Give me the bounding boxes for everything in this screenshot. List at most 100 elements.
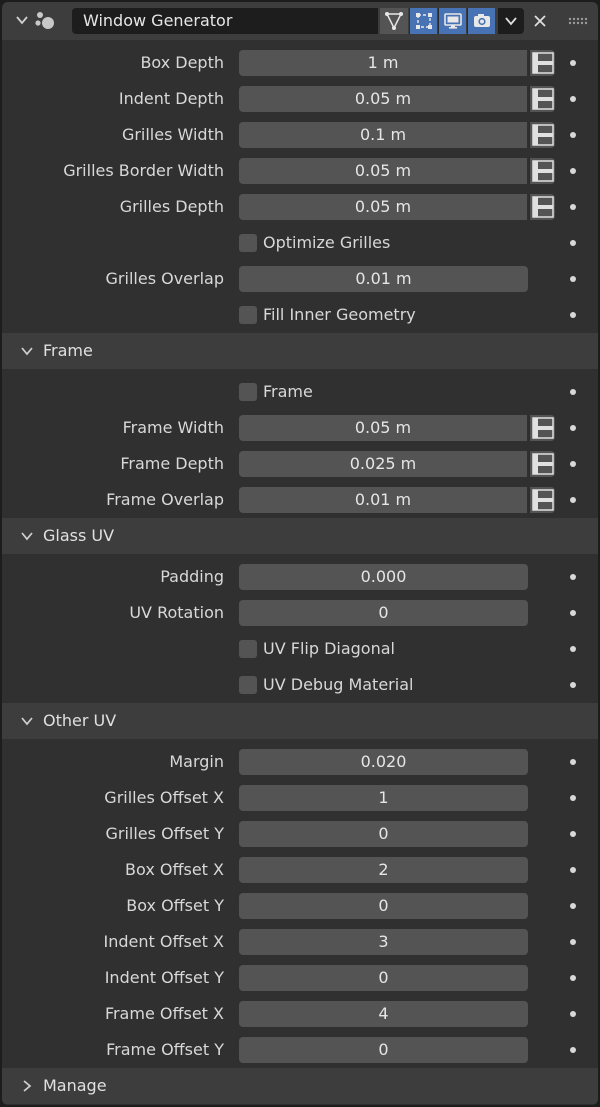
indent-depth-field[interactable]: 0.05 m <box>239 86 527 112</box>
manage-section-header[interactable]: Manage <box>2 1068 598 1104</box>
keyframe-dot[interactable] <box>570 461 576 467</box>
frame-depth-field[interactable]: 0.025 m <box>239 451 527 477</box>
keyframe-dot[interactable] <box>570 975 576 981</box>
property-label: Grilles Offset X <box>104 788 224 807</box>
override-toggle-button[interactable] <box>529 158 555 184</box>
keyframe-dot[interactable] <box>570 240 576 246</box>
override-toggle-button[interactable] <box>529 451 555 477</box>
checkbox-label[interactable]: UV Debug Material <box>263 667 413 703</box>
fill-inner-geometry-checkbox[interactable] <box>239 306 257 324</box>
grilles-offset-y-field[interactable]: 0 <box>239 821 528 847</box>
padding-field[interactable]: 0.000 <box>239 564 528 590</box>
optimize-grilles-checkbox[interactable] <box>239 234 257 252</box>
uv-debug-material-checkbox[interactable] <box>239 676 257 694</box>
override-toggle-button[interactable] <box>529 487 555 513</box>
property-label: Frame Offset X <box>104 1004 224 1023</box>
indent-offset-x-field[interactable]: 3 <box>239 929 528 955</box>
keyframe-dot[interactable] <box>570 1011 576 1017</box>
grilles-width-field[interactable]: 0.1 m <box>239 122 527 148</box>
keyframe-dot[interactable] <box>570 939 576 945</box>
modifier-name-field[interactable]: Window Generator <box>72 8 378 34</box>
keyframe-dot[interactable] <box>570 831 576 837</box>
frame-section-header[interactable]: Frame <box>2 333 598 369</box>
other-uv-section-header[interactable]: Other UV <box>2 703 598 739</box>
viewport-toggle-button[interactable] <box>438 8 466 34</box>
override-toggle-button[interactable] <box>529 50 555 76</box>
property-label: Grilles Border Width <box>63 161 224 180</box>
box-offset-y-field[interactable]: 0 <box>239 893 528 919</box>
keyframe-dot[interactable] <box>570 425 576 431</box>
keyframe-dot[interactable] <box>570 867 576 873</box>
keyframe-dot[interactable] <box>570 96 576 102</box>
keyframe-dot[interactable] <box>570 574 576 580</box>
frame-depth-row: Frame Depth 0.025 m <box>2 446 598 482</box>
modifier-panel: Window Generator Box Depth 1 m Indent De… <box>2 2 598 1105</box>
keyframe-dot[interactable] <box>570 276 576 282</box>
keyframe-dot[interactable] <box>570 646 576 652</box>
modifier-options-dropdown[interactable] <box>498 8 524 34</box>
property-label: Grilles Depth <box>119 197 224 216</box>
edit-mode-triangle-icon <box>385 12 403 30</box>
chevron-down-icon <box>21 532 33 541</box>
checkbox-label[interactable]: Frame <box>263 374 313 410</box>
frame-width-field[interactable]: 0.05 m <box>239 415 527 441</box>
property-label: Frame Width <box>122 418 224 437</box>
property-label: Indent Depth <box>118 89 224 108</box>
margin-field[interactable]: 0.020 <box>239 749 528 775</box>
frame-checkbox[interactable] <box>239 383 257 401</box>
drag-handle-icon[interactable] <box>568 16 588 26</box>
edit-mode-button[interactable] <box>380 8 408 34</box>
keyframe-dot[interactable] <box>570 389 576 395</box>
section-title: Manage <box>43 1076 107 1095</box>
box-depth-field[interactable]: 1 m <box>239 50 527 76</box>
uv-debug-material-row: UV Debug Material <box>2 667 598 703</box>
keyframe-dot[interactable] <box>570 60 576 66</box>
checkbox-label[interactable]: UV Flip Diagonal <box>263 631 395 667</box>
keyframe-dot[interactable] <box>570 312 576 318</box>
on-cage-button[interactable] <box>409 8 437 34</box>
grilles-depth-row: Grilles Depth 0.05 m <box>2 189 598 225</box>
grilles-border-width-field[interactable]: 0.05 m <box>239 158 527 184</box>
frame-offset-x-field[interactable]: 4 <box>239 1001 528 1027</box>
property-label: Box Offset X <box>125 860 224 879</box>
section-title: Other UV <box>43 711 117 730</box>
frame-offset-y-field[interactable]: 0 <box>239 1037 528 1063</box>
chevron-down-icon <box>21 347 33 356</box>
grilles-depth-field[interactable]: 0.05 m <box>239 194 527 220</box>
chevron-down-icon[interactable] <box>14 12 30 28</box>
render-toggle-button[interactable] <box>467 8 495 34</box>
keyframe-dot[interactable] <box>570 903 576 909</box>
glass-uv-section-header[interactable]: Glass UV <box>2 518 598 554</box>
grilles-offset-x-row: Grilles Offset X 1 <box>2 780 598 816</box>
keyframe-dot[interactable] <box>570 204 576 210</box>
grilles-overlap-field[interactable]: 0.01 m <box>239 266 528 292</box>
uv-flip-diagonal-checkbox[interactable] <box>239 640 257 658</box>
keyframe-dot[interactable] <box>570 795 576 801</box>
flag-override-icon <box>531 124 554 146</box>
keyframe-dot[interactable] <box>570 759 576 765</box>
override-toggle-button[interactable] <box>529 122 555 148</box>
grilles-offset-x-field[interactable]: 1 <box>239 785 528 811</box>
padding-row: Padding 0.000 <box>2 559 598 595</box>
keyframe-dot[interactable] <box>570 610 576 616</box>
override-toggle-button[interactable] <box>529 415 555 441</box>
indent-offset-y-field[interactable]: 0 <box>239 965 528 991</box>
remove-modifier-button[interactable] <box>530 11 550 31</box>
frame-toggle-row: Frame <box>2 374 598 410</box>
keyframe-dot[interactable] <box>570 132 576 138</box>
override-toggle-button[interactable] <box>529 86 555 112</box>
override-toggle-button[interactable] <box>529 194 555 220</box>
checkbox-label[interactable]: Fill Inner Geometry <box>263 297 416 333</box>
frame-offset-x-row: Frame Offset X 4 <box>2 996 598 1032</box>
keyframe-dot[interactable] <box>570 682 576 688</box>
flag-override-icon <box>531 52 554 74</box>
keyframe-dot[interactable] <box>570 1047 576 1053</box>
chevron-down-icon <box>505 17 517 26</box>
uv-rotation-field[interactable]: 0 <box>239 600 528 626</box>
checkbox-label[interactable]: Optimize Grilles <box>263 225 390 261</box>
property-label: Box Offset Y <box>126 896 224 915</box>
frame-overlap-field[interactable]: 0.01 m <box>239 487 527 513</box>
keyframe-dot[interactable] <box>570 168 576 174</box>
keyframe-dot[interactable] <box>570 497 576 503</box>
box-offset-x-field[interactable]: 2 <box>239 857 528 883</box>
